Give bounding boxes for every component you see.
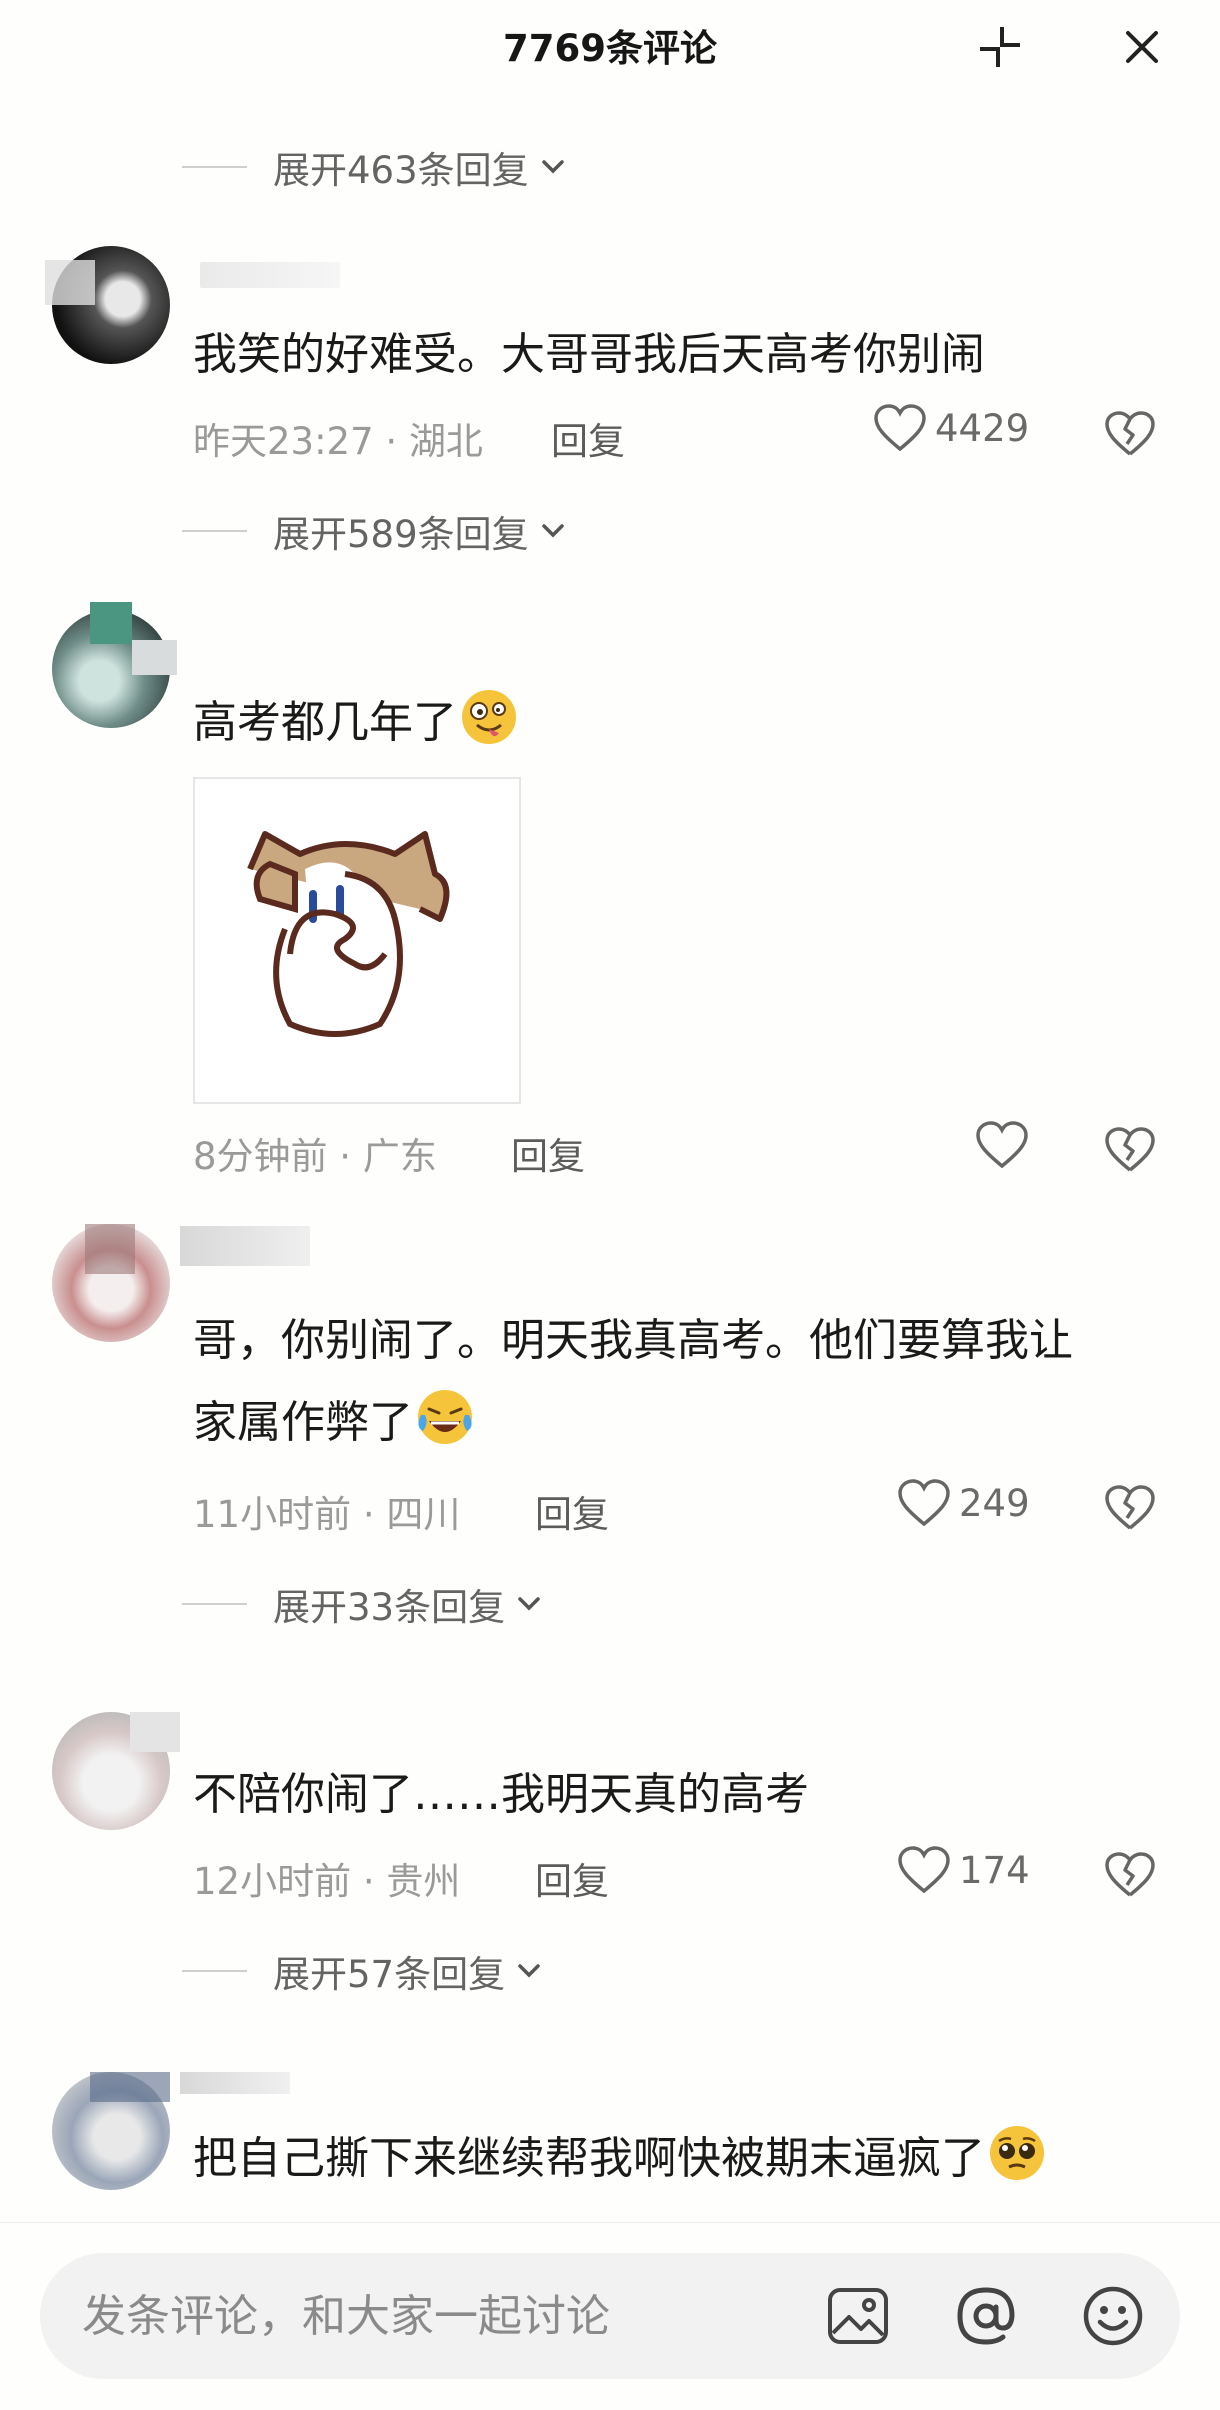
- comment-input[interactable]: [80, 2289, 784, 2343]
- image-button[interactable]: [825, 2283, 891, 2349]
- comment-time: 昨天23:27: [193, 420, 374, 463]
- heart-icon: [874, 404, 926, 452]
- expand-label: 展开463条回复: [273, 149, 529, 192]
- avatar-blur: [45, 260, 95, 305]
- comment-count-title: 7769条评论: [503, 27, 717, 70]
- laugh-crying-face-emoji-icon: [418, 1390, 472, 1444]
- avatar-blur: [132, 640, 177, 675]
- comment-meta: 昨天23:27 · 湖北: [193, 411, 483, 465]
- comment-text-line: 哥，你别闹了。明天我真高考。他们要算我让: [193, 1315, 1073, 1366]
- expand-replies-button[interactable]: 展开463条回复: [273, 137, 567, 197]
- at-icon: [957, 2287, 1015, 2345]
- expand-divider: [182, 1603, 247, 1605]
- like-button[interactable]: 249: [897, 1478, 1030, 1528]
- dislike-button[interactable]: [1100, 1478, 1160, 1538]
- comment-input-container[interactable]: [40, 2253, 1180, 2379]
- expand-replies-button[interactable]: 展开57条回复: [273, 1941, 543, 2001]
- avatar-blur: [85, 1224, 135, 1274]
- dislike-button[interactable]: [1100, 1845, 1160, 1905]
- comment-text-body: 家属作弊了: [193, 1397, 413, 1448]
- heart-icon: [898, 1479, 950, 1527]
- chevron-down-icon: [541, 160, 564, 174]
- expand-replies-button[interactable]: 展开33条回复: [273, 1574, 543, 1634]
- expand-label: 展开33条回复: [273, 1586, 506, 1629]
- cat-sticker-icon: [247, 831, 450, 1037]
- chevron-down-icon: [541, 524, 564, 538]
- close-button[interactable]: [1107, 12, 1177, 82]
- comment-text: 把自己撕下来继续帮我啊快被期末逼疯了: [193, 2118, 1173, 2200]
- heart-icon: [898, 1846, 950, 1894]
- comment-text-line: 家属作弊了: [193, 1382, 1173, 1464]
- like-button[interactable]: 4429: [873, 403, 1029, 453]
- username[interactable]: [180, 1226, 310, 1266]
- comment-time: 8分钟前: [193, 1135, 328, 1178]
- sticker-image[interactable]: [193, 777, 521, 1104]
- meta-separator: ·: [351, 1860, 387, 1903]
- broken-heart-icon: [1105, 1127, 1155, 1172]
- image-icon: [828, 2288, 888, 2344]
- like-count: 174: [959, 1848, 1030, 1892]
- comment-input-bar: [0, 2222, 1220, 2410]
- reply-button[interactable]: 回复: [551, 411, 625, 465]
- username[interactable]: [200, 262, 340, 288]
- comment-meta: 11小时前 · 四川: [193, 1484, 460, 1538]
- comment-location: 四川: [386, 1493, 461, 1536]
- crazy-face-emoji-icon: [462, 690, 516, 744]
- reply-button[interactable]: 回复: [535, 1484, 609, 1538]
- like-button[interactable]: [975, 1120, 1037, 1170]
- comment-text: 哥，你别闹了。明天我真高考。他们要算我让 家属作弊了: [193, 1300, 1173, 1464]
- like-count: 249: [959, 1481, 1030, 1525]
- expand-divider: [182, 530, 247, 532]
- heart-icon: [976, 1121, 1028, 1169]
- chevron-down-icon: [518, 1964, 540, 1978]
- comment-location: 贵州: [386, 1860, 461, 1903]
- expand-label: 展开589条回复: [273, 513, 529, 556]
- broken-heart-icon: [1105, 1485, 1155, 1530]
- comment-text-body: 高考都几年了: [193, 697, 457, 748]
- like-button[interactable]: 174: [897, 1845, 1030, 1895]
- chevron-down-icon: [518, 1597, 540, 1611]
- comment-location: 湖北: [408, 420, 483, 463]
- avatar-blur: [130, 1712, 180, 1752]
- comment-text-body: 把自己撕下来继续帮我啊快被期末逼疯了: [193, 2133, 985, 2184]
- comment-time: 12小时前: [193, 1860, 352, 1903]
- like-count: 4429: [935, 406, 1030, 450]
- collapse-button[interactable]: [965, 12, 1035, 82]
- pleading-face-emoji-icon: [990, 2126, 1044, 2180]
- reply-button[interactable]: 回复: [535, 1851, 609, 1905]
- dislike-button[interactable]: [1100, 1120, 1160, 1180]
- broken-heart-icon: [1105, 1852, 1155, 1897]
- expand-replies-button[interactable]: 展开589条回复: [273, 501, 567, 561]
- comment-meta: 12小时前 · 贵州: [193, 1851, 460, 1905]
- comment-location: 广东: [362, 1135, 437, 1178]
- expand-label: 展开57条回复: [273, 1953, 506, 1996]
- broken-heart-icon: [1105, 411, 1155, 456]
- reply-button[interactable]: 回复: [511, 1126, 585, 1180]
- avatar-blur: [90, 2072, 170, 2102]
- dislike-button[interactable]: [1100, 404, 1160, 464]
- expand-divider: [182, 1970, 247, 1972]
- mention-button[interactable]: [953, 2283, 1019, 2349]
- emoji-button[interactable]: [1080, 2283, 1146, 2349]
- expand-divider: [182, 166, 247, 168]
- meta-separator: ·: [327, 1135, 363, 1178]
- comment-text: 我笑的好难受。大哥哥我后天高考你别闹: [193, 329, 985, 380]
- username[interactable]: [180, 2072, 290, 2094]
- meta-separator: ·: [351, 1493, 387, 1536]
- close-icon: [1126, 31, 1158, 63]
- collapse-icon: [980, 27, 1020, 67]
- comment-meta: 8分钟前 · 广东: [193, 1126, 437, 1180]
- comment-text: 高考都几年了: [193, 682, 1173, 764]
- meta-separator: ·: [373, 420, 409, 463]
- comment-time: 11小时前: [193, 1493, 352, 1536]
- emoji-icon: [1083, 2286, 1143, 2346]
- comment-text: 不陪你闹了……我明天真的高考: [193, 1769, 809, 1820]
- avatar-blur: [90, 602, 132, 644]
